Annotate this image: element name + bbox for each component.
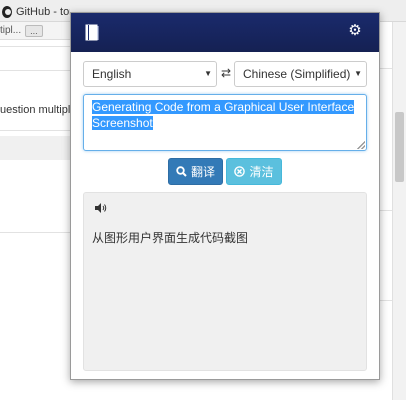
clear-icon: [234, 166, 246, 177]
translator-popup: ⚙ English ▼ ⇄ Chinese (Simplified) ▼ Gen…: [70, 12, 380, 380]
page-grey-band: [0, 136, 70, 160]
divider: [380, 68, 392, 69]
browser-tab-title: GitHub - tony: [16, 6, 70, 18]
target-language-value: Chinese (Simplified): [243, 67, 351, 81]
page-question-text: uestion multipl: [0, 104, 70, 116]
translation-result-panel: 从图形用户界面生成代码截图: [83, 192, 367, 371]
gear-icon[interactable]: ⚙: [348, 23, 362, 38]
source-language-select[interactable]: English ▼: [83, 61, 217, 87]
translation-result-text: 从图形用户界面生成代码截图: [92, 231, 249, 245]
divider: [0, 70, 70, 71]
divider: [0, 46, 70, 47]
language-row: English ▼ ⇄ Chinese (Simplified) ▼: [83, 61, 367, 87]
popup-header: ⚙: [71, 13, 379, 52]
speaker-icon[interactable]: [95, 203, 107, 213]
source-language-value: English: [92, 67, 132, 81]
bookmarks-bar: tipl... ...: [0, 22, 70, 40]
page-scrollbar[interactable]: [392, 22, 406, 400]
chevron-down-icon: ▼: [204, 69, 212, 78]
clear-label: 清洁: [249, 165, 274, 179]
swap-languages-icon[interactable]: ⇄: [219, 65, 233, 81]
github-icon: [2, 6, 12, 18]
translate-label: 翻译: [190, 165, 215, 179]
target-language-select[interactable]: Chinese (Simplified) ▼: [234, 61, 367, 87]
clear-button[interactable]: 清洁: [226, 158, 282, 185]
source-text-input[interactable]: Generating Code from a Graphical User In…: [83, 94, 367, 151]
chevron-down-icon: ▼: [354, 69, 362, 78]
search-icon: [176, 166, 187, 177]
book-icon[interactable]: [85, 24, 99, 41]
bookmark-item[interactable]: tipl...: [0, 25, 21, 36]
divider: [380, 210, 392, 211]
selected-source-text: Generating Code from a Graphical User In…: [92, 100, 355, 130]
resize-handle[interactable]: [357, 141, 365, 149]
divider: [0, 130, 70, 131]
scrollbar-thumb[interactable]: [395, 112, 404, 182]
browser-tab[interactable]: GitHub - tony: [0, 2, 70, 22]
translate-button[interactable]: 翻译: [168, 158, 223, 185]
divider: [0, 232, 70, 233]
divider: [380, 300, 392, 301]
bookmarks-more-button[interactable]: ...: [25, 24, 43, 37]
